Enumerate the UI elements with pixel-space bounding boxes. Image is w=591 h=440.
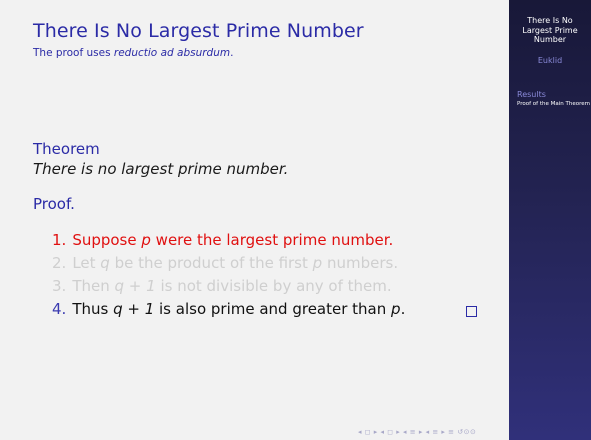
step-text: be the product of the first xyxy=(109,254,313,272)
navigation-symbols[interactable]: ◂ ◻ ▸ ◂ ◻ ▸ ◂ ≡ ▸ ◂ ≡ ▸ ≡ ↺⊙⊙ xyxy=(358,428,476,436)
sidebar-title-line: Number xyxy=(533,35,567,44)
step-number: 2. xyxy=(52,254,67,272)
step-text: is not divisible by any of them. xyxy=(155,277,392,295)
proof-title: Proof. xyxy=(33,195,75,213)
math-q-plus-1: q + 1 xyxy=(113,300,155,318)
subtitle-prefix: The proof uses xyxy=(33,47,114,59)
step-number: 4. xyxy=(52,300,67,318)
frame-subtitle: The proof uses reductio ad absurdum. xyxy=(33,47,233,59)
theorem-body: There is no largest prime number. xyxy=(33,160,289,178)
math-p: p xyxy=(391,300,401,318)
proof-steps: 1. Suppose p were the largest prime numbe… xyxy=(52,229,405,321)
qed-square-icon xyxy=(466,306,477,317)
sidebar-title-line: There Is No xyxy=(527,16,573,25)
sidebar-author[interactable]: Euklid xyxy=(509,56,591,65)
subtitle-emphasis: reductio ad absurdum xyxy=(113,47,231,59)
sidebar-title[interactable]: There Is No Largest Prime Number xyxy=(509,16,591,45)
step-number: 1. xyxy=(52,231,67,249)
sidebar-subsection-proof[interactable]: Proof of the Main Theorem xyxy=(517,101,590,107)
math-q-plus-1: q + 1 xyxy=(114,277,156,295)
step-text: is also prime and greater than xyxy=(154,300,392,318)
sidebar-title-line: Largest Prime xyxy=(522,25,578,35)
math-q: q xyxy=(100,254,110,272)
math-p: p xyxy=(141,231,151,249)
step-text: were the largest prime number. xyxy=(150,231,394,249)
proof-step-2: 2. Let q be the product of the first p nu… xyxy=(52,252,405,275)
step-text: Suppose xyxy=(72,231,142,249)
step-text: Then xyxy=(72,277,115,295)
step-text: . xyxy=(400,300,406,318)
frame-title: There Is No Largest Prime Number xyxy=(33,20,364,42)
step-text: Let xyxy=(72,254,101,272)
proof-step-1: 1. Suppose p were the largest prime numbe… xyxy=(52,229,405,252)
proof-step-4: 4. Thus q + 1 is also prime and greater t… xyxy=(52,298,405,321)
subtitle-suffix: . xyxy=(230,47,234,59)
slide: There Is No Largest Prime Number The pro… xyxy=(0,0,509,440)
step-text: numbers. xyxy=(322,254,399,272)
step-text: Thus xyxy=(72,300,114,318)
proof-step-3: 3. Then q + 1 is not divisible by any of … xyxy=(52,275,405,298)
math-p: p xyxy=(312,254,323,272)
step-number: 3. xyxy=(52,277,67,295)
sidebar: There Is No Largest Prime Number Euklid … xyxy=(509,0,591,440)
sidebar-section-results[interactable]: Results xyxy=(517,90,546,99)
theorem-title: Theorem xyxy=(33,140,100,158)
